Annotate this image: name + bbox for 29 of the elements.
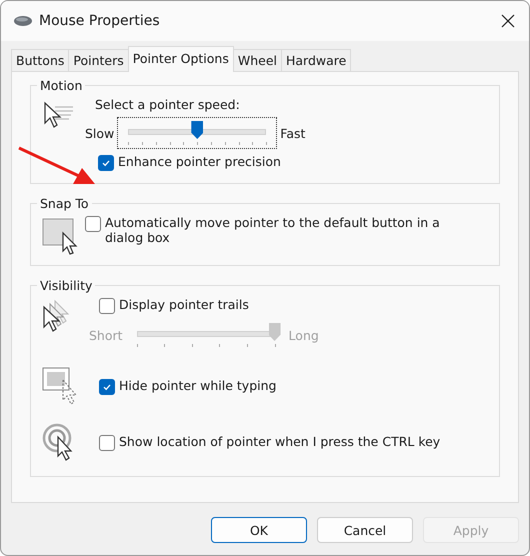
dialog-button[interactable]: OK: [211, 517, 307, 543]
long-label: Long: [288, 328, 319, 342]
speed-label: Select a pointer speed:: [95, 97, 241, 112]
check-icon: [101, 158, 111, 168]
group-title: Visibility: [39, 278, 94, 293]
checkbox[interactable]: [98, 155, 114, 171]
slider-thumb[interactable]: [191, 121, 204, 139]
checkbox-label: Hide pointer while typing: [119, 378, 276, 392]
short-label: Short: [89, 328, 123, 342]
checkbox-label: Show location of pointer when I press the CTRL key: [119, 434, 440, 448]
checkbox-label: Display pointer trails: [119, 297, 249, 312]
group-title: Snap To: [39, 196, 90, 211]
tab[interactable]: Pointer Options: [128, 46, 234, 72]
group-title: Motion: [39, 78, 84, 93]
tab[interactable]: Buttons: [11, 49, 70, 71]
checkbox-label: Enhance pointer precision: [118, 154, 281, 169]
slider[interactable]: [118, 118, 276, 148]
checkbox[interactable]: [99, 378, 115, 394]
tab[interactable]: Hardware: [281, 49, 352, 71]
close-icon[interactable]: [501, 14, 515, 28]
fast-label: Fast: [280, 126, 306, 140]
slow-label: Slow: [85, 126, 114, 140]
checkbox-label: Automatically move pointer to the default button in a dialog box: [105, 215, 441, 245]
dialog-button[interactable]: Cancel: [317, 517, 413, 543]
checkbox[interactable]: [85, 216, 101, 232]
checkbox[interactable]: [99, 298, 115, 314]
window-title: Mouse Properties: [39, 13, 161, 29]
checkbox[interactable]: [99, 434, 115, 450]
mouse-icon: [13, 15, 33, 27]
